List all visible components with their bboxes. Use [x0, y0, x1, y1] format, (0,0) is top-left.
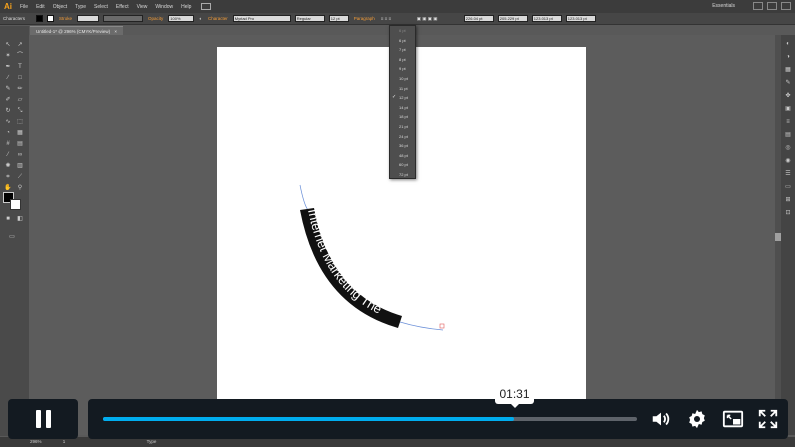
pathfinder-icon[interactable]: ⊡: [784, 210, 792, 217]
symbols-icon[interactable]: ✤: [784, 93, 792, 100]
font-size-option[interactable]: 36 pt: [390, 141, 415, 151]
right-dock: ◐ ◑ ▦ ✎ ✤ ▣ ≡ ▤ ◎ ◉ ☰ ▭ ⊞ ⊡: [781, 35, 795, 435]
font-size-option[interactable]: 8 pt: [390, 55, 415, 65]
font-size-option[interactable]: 24 pt: [390, 132, 415, 142]
stroke-panel-icon[interactable]: ≡: [784, 119, 792, 126]
font-size-option[interactable]: 10 pt: [390, 74, 415, 84]
swatches-icon[interactable]: ▦: [784, 67, 792, 74]
artboard-number[interactable]: 1: [63, 439, 66, 444]
font-size-option[interactable]: 11 pt: [390, 84, 415, 94]
font-size-option[interactable]: 9 pt: [390, 64, 415, 74]
fullscreen-icon[interactable]: [757, 408, 779, 430]
path-text-content: Internet Marketing The: [305, 208, 384, 317]
font-size-option[interactable]: 7 pt: [390, 45, 415, 55]
font-size-dropdown[interactable]: 6 pt 6 pt 7 pt 8 pt 9 pt 10 pt 11 pt 12 …: [389, 25, 416, 179]
font-size-option[interactable]: 72 pt: [390, 170, 415, 180]
gradient-panel-icon[interactable]: ▤: [784, 132, 792, 139]
player-controls: [88, 399, 788, 439]
current-tool: Type: [146, 439, 157, 444]
seek-time-tooltip: 01:31: [495, 384, 534, 408]
path-end-anchor[interactable]: [439, 323, 445, 329]
font-size-option[interactable]: 6 pt: [390, 26, 415, 36]
picture-in-picture-icon[interactable]: [722, 408, 744, 430]
align-panel-icon[interactable]: ⊞: [784, 197, 792, 204]
path-text[interactable]: Internet Marketing The: [305, 208, 384, 317]
font-size-option[interactable]: 21 pt: [390, 122, 415, 132]
appearance-icon[interactable]: ◉: [784, 158, 792, 165]
volume-icon[interactable]: [650, 408, 672, 430]
font-size-option[interactable]: 60 pt: [390, 160, 415, 170]
transparency-icon[interactable]: ◎: [784, 145, 792, 152]
font-size-option[interactable]: 48 pt: [390, 151, 415, 161]
color-guide-icon[interactable]: ◑: [784, 54, 792, 61]
seek-bar[interactable]: [103, 417, 637, 421]
font-size-option[interactable]: 6 pt: [390, 36, 415, 46]
seek-progress: [103, 417, 515, 421]
zoom-level[interactable]: 296%: [30, 439, 42, 444]
pause-button[interactable]: [8, 399, 78, 439]
settings-icon[interactable]: [686, 408, 708, 430]
font-size-option-selected[interactable]: 12 pt: [390, 93, 415, 103]
graphic-styles-icon[interactable]: ▣: [784, 106, 792, 113]
brushes-icon[interactable]: ✎: [784, 80, 792, 87]
color-panel-icon[interactable]: ◐: [784, 41, 792, 48]
layers-icon[interactable]: ☰: [784, 171, 792, 178]
font-size-option[interactable]: 14 pt: [390, 103, 415, 113]
font-size-option[interactable]: 18 pt: [390, 112, 415, 122]
artboards-icon[interactable]: ▭: [784, 184, 792, 191]
illustrator-window: Ai File Edit Object Type Select Effect V…: [0, 0, 795, 447]
